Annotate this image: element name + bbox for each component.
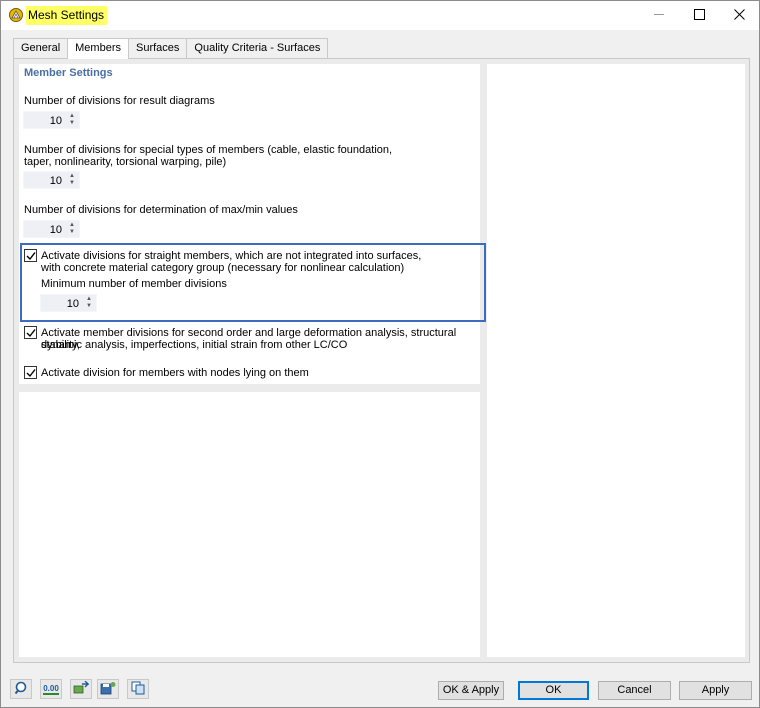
empty-right-panel <box>487 64 745 657</box>
mesh-settings-app-icon <box>8 7 24 23</box>
close-icon <box>733 8 745 23</box>
close-button[interactable] <box>719 1 759 30</box>
title-bar: Mesh Settings <box>1 1 759 30</box>
result-diagrams-value: 10 <box>49 115 62 127</box>
checkmark-icon <box>26 369 36 378</box>
min-member-divisions-spinner[interactable]: 10 ▲ ▼ <box>40 294 97 312</box>
spinner-arrows-icon[interactable]: ▲ ▼ <box>67 113 77 128</box>
second-order-checkbox[interactable] <box>24 326 37 339</box>
result-diagrams-spinner[interactable]: 10 ▲ ▼ <box>23 111 80 129</box>
tab-quality-criteria-surfaces[interactable]: Quality Criteria - Surfaces <box>186 38 329 58</box>
save-defaults-button[interactable] <box>97 679 119 699</box>
max-min-spinner[interactable]: 10 ▲ ▼ <box>23 220 80 238</box>
max-min-value: 10 <box>49 224 62 236</box>
spinner-arrows-icon[interactable]: ▲ ▼ <box>67 173 77 188</box>
units-button[interactable]: 0.00 <box>40 679 62 699</box>
minimize-button[interactable] <box>639 1 679 30</box>
mesh-settings-dialog: Mesh Settings General Members Surfaces Q… <box>0 0 760 708</box>
tab-members[interactable]: Members <box>67 38 129 59</box>
cancel-button[interactable]: Cancel <box>598 681 671 700</box>
ok-and-apply-button[interactable]: OK & Apply <box>438 681 504 700</box>
members-tab-page: Member Settings Number of divisions for … <box>13 58 750 663</box>
tab-surfaces[interactable]: Surfaces <box>127 38 188 58</box>
special-types-label-line2: taper, nonlinearity, torsional warping, … <box>24 156 227 168</box>
tab-general[interactable]: General <box>13 38 69 58</box>
min-member-divisions-label: Minimum number of member divisions <box>41 278 227 290</box>
units-icon: 0.00 <box>43 683 59 695</box>
straight-members-label-line1: Activate divisions for straight members,… <box>41 250 422 262</box>
help-button[interactable] <box>10 679 32 699</box>
window-title: Mesh Settings <box>26 6 108 25</box>
empty-lower-left-panel <box>19 392 480 657</box>
spinner-arrows-icon[interactable]: ▲ ▼ <box>67 222 77 237</box>
ok-button[interactable]: OK <box>518 681 589 700</box>
checkmark-icon <box>26 252 36 261</box>
export-button[interactable] <box>70 679 92 699</box>
export-icon <box>73 680 90 698</box>
maximize-icon <box>693 8 705 23</box>
straight-members-label-line2: with concrete material category group (n… <box>41 262 405 274</box>
special-types-value: 10 <box>49 175 62 187</box>
apply-button[interactable]: Apply <box>679 681 752 700</box>
copy-button[interactable] <box>127 679 149 699</box>
help-icon <box>14 681 28 698</box>
min-member-divisions-value: 10 <box>66 298 79 310</box>
minimize-icon <box>653 9 665 23</box>
spinner-arrows-icon[interactable]: ▲ ▼ <box>84 296 94 311</box>
second-order-label-line2: dynamic analysis, imperfections, initial… <box>41 339 348 351</box>
tab-strip: General Members Surfaces Quality Criteri… <box>13 38 329 59</box>
special-types-label-line1: Number of divisions for special types of… <box>24 144 393 156</box>
nodes-on-members-label: Activate division for members with nodes… <box>41 367 309 379</box>
checkmark-icon <box>26 329 36 338</box>
special-types-spinner[interactable]: 10 ▲ ▼ <box>23 171 80 189</box>
copy-icon <box>131 681 145 698</box>
save-defaults-icon <box>100 681 116 698</box>
maximize-button[interactable] <box>679 1 719 30</box>
straight-members-checkbox[interactable] <box>24 249 37 262</box>
section-title: Member Settings <box>24 67 113 79</box>
max-min-label: Number of divisions for determination of… <box>24 204 298 216</box>
nodes-on-members-checkbox[interactable] <box>24 366 37 379</box>
result-diagrams-label: Number of divisions for result diagrams <box>24 95 215 107</box>
member-settings-panel: Member Settings Number of divisions for … <box>19 64 486 384</box>
